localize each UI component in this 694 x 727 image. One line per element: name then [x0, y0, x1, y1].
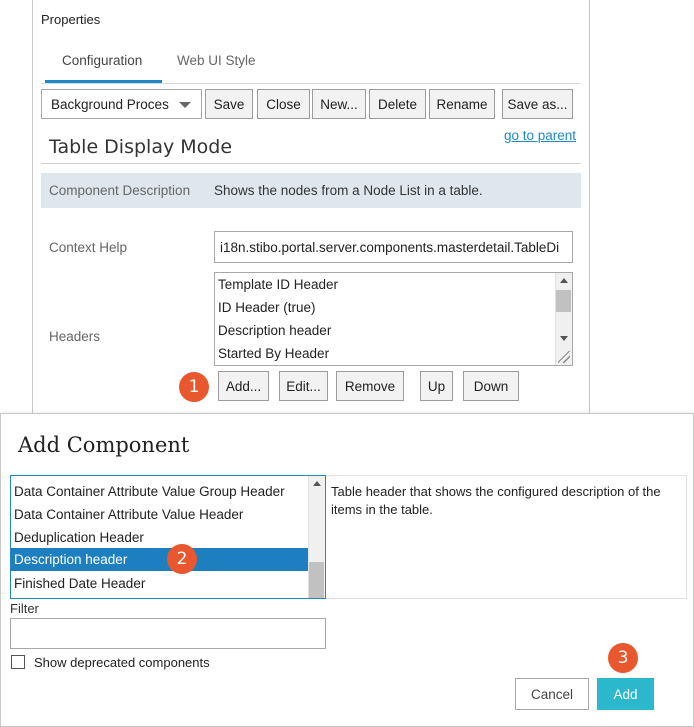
filter-label: Filter: [10, 601, 39, 616]
up-button[interactable]: Up: [420, 371, 453, 401]
resize-grip-icon[interactable]: [558, 351, 570, 363]
callout-badge-1: 1: [179, 372, 209, 402]
cancel-button[interactable]: Cancel: [515, 678, 589, 710]
add-component-dialog: Add Component Data Container Attribute V…: [0, 413, 694, 727]
remove-header-button[interactable]: Remove: [336, 371, 404, 401]
list-item[interactable]: Data Container Attribute Value Header: [11, 503, 309, 526]
list-item-selected[interactable]: Description header: [11, 548, 309, 571]
context-help-label: Context Help: [49, 240, 128, 255]
close-button[interactable]: Close: [257, 89, 310, 119]
scroll-up-icon[interactable]: [313, 481, 321, 486]
show-deprecated-label[interactable]: Show deprecated components: [34, 655, 210, 670]
list-item[interactable]: Template ID Header: [218, 277, 338, 292]
dialog-title: Add Component: [18, 433, 190, 457]
context-help-field[interactable]: i18n.stibo.portal.server.components.mast…: [214, 231, 573, 263]
headers-label: Headers: [49, 329, 101, 344]
tab-configuration[interactable]: Configuration: [62, 53, 142, 68]
headers-list[interactable]: Template ID Header ID Header (true) Desc…: [214, 272, 573, 366]
down-button[interactable]: Down: [463, 371, 519, 401]
callout-badge-3: 3: [608, 643, 638, 673]
tab-divider: [41, 83, 581, 84]
add-button[interactable]: Add: [597, 678, 654, 710]
list-item[interactable]: Description header: [218, 323, 331, 338]
component-description-label: Component Description: [49, 183, 191, 198]
add-header-button[interactable]: Add...: [218, 371, 269, 401]
heading-divider: [41, 163, 581, 164]
scroll-thumb[interactable]: [556, 290, 571, 312]
rename-button[interactable]: Rename: [429, 89, 495, 119]
list-item[interactable]: ID Header (true): [218, 300, 316, 315]
panel-title: Properties: [41, 12, 101, 27]
list-item[interactable]: Finished Date Header: [11, 572, 309, 595]
component-description-text: Table header that shows the configured d…: [326, 475, 687, 599]
new-button[interactable]: New...: [312, 89, 366, 119]
component-description-text: Shows the nodes from a Node List in a ta…: [214, 183, 483, 198]
chevron-down-icon: [179, 102, 191, 108]
component-list[interactable]: Data Container Attribute Value Group Hea…: [10, 475, 326, 599]
mode-select[interactable]: Background Proces: [41, 89, 202, 119]
delete-button[interactable]: Delete: [369, 89, 426, 119]
scroll-thumb[interactable]: [309, 562, 324, 598]
list-item[interactable]: Deduplication Header: [11, 526, 309, 549]
list-item[interactable]: Data Container Attribute Value Group Hea…: [11, 480, 309, 503]
component-description-row: Component Description Shows the nodes fr…: [41, 173, 581, 208]
checkbox-icon[interactable]: [11, 655, 25, 669]
tab-web-ui-style[interactable]: Web UI Style: [177, 53, 256, 68]
edit-header-button[interactable]: Edit...: [279, 371, 328, 401]
callout-badge-2: 2: [167, 544, 197, 574]
save-as-button[interactable]: Save as...: [502, 89, 573, 119]
list-item[interactable]: Started By Header: [218, 346, 329, 361]
save-button[interactable]: Save: [205, 89, 253, 119]
filter-input[interactable]: [10, 618, 326, 649]
page-title: Table Display Mode: [49, 136, 233, 158]
component-list-scrollbar[interactable]: [308, 476, 325, 598]
scroll-down-icon[interactable]: [560, 336, 568, 341]
go-to-parent-link[interactable]: go to parent: [504, 128, 576, 143]
properties-panel: Properties Configuration Web UI Style Ba…: [32, 0, 590, 430]
scroll-up-icon[interactable]: [560, 278, 568, 283]
mode-select-value: Background Proces: [51, 96, 169, 112]
